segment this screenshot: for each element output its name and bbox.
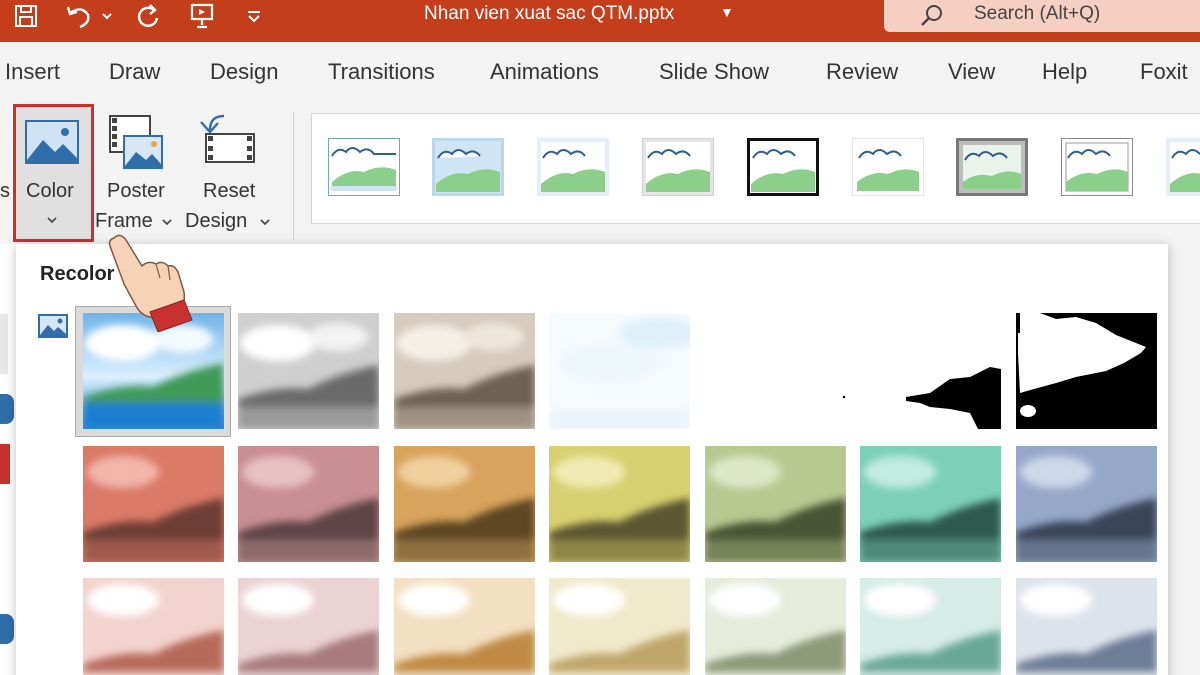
picture-style-thumb[interactable]	[1060, 137, 1134, 197]
tab-slide-show[interactable]: Slide Show	[659, 59, 769, 85]
customize-qat-icon[interactable]	[240, 0, 268, 32]
picture-style-thumb[interactable]	[537, 138, 609, 196]
picture-style-thumb[interactable]	[747, 138, 819, 196]
tab-review[interactable]: Review	[826, 59, 898, 85]
tab-foxit[interactable]: Foxit	[1140, 59, 1188, 85]
recolor-red-dark[interactable]	[83, 446, 224, 562]
reset-design-label-2[interactable]: Design	[185, 210, 247, 233]
tab-animations[interactable]: Animations	[490, 59, 599, 85]
recolor-teal-dark[interactable]	[860, 446, 1001, 562]
picture-style-thumb[interactable]	[1166, 138, 1200, 196]
recolor-blue-dark[interactable]	[1016, 446, 1157, 562]
color-label: Color	[26, 180, 74, 202]
recolor-bw-25[interactable]	[705, 313, 846, 429]
present-icon[interactable]	[184, 0, 220, 32]
picture-style-thumb[interactable]	[432, 138, 504, 196]
recolor-green-light[interactable]	[705, 578, 846, 675]
title-bar: Nhan vien xuat sac QTM.pptx ▼ Search (Al…	[0, 0, 1200, 42]
search-placeholder: Search (Alt+Q)	[974, 3, 1101, 24]
slide-pane-edge	[0, 244, 16, 675]
redo-icon[interactable]	[130, 0, 166, 32]
recolor-sepia[interactable]	[394, 313, 535, 429]
recolor-gold-dark[interactable]	[549, 446, 690, 562]
ribbon-separator	[293, 112, 294, 240]
chevron-down-icon[interactable]: ▼	[720, 4, 734, 20]
reset-design-icon	[198, 110, 258, 171]
recolor-washout[interactable]	[549, 313, 690, 429]
tab-design[interactable]: Design	[210, 59, 278, 85]
tab-help[interactable]: Help	[1042, 59, 1087, 85]
search-icon	[918, 2, 946, 35]
picture-color-icon	[25, 120, 79, 169]
chevron-down-icon	[161, 214, 173, 232]
chevron-down-icon	[46, 212, 58, 230]
recolor-rose-dark[interactable]	[238, 446, 379, 562]
recolor-red-light[interactable]	[83, 578, 224, 675]
recolor-orange-light[interactable]	[394, 578, 535, 675]
undo-dropdown-icon[interactable]	[98, 0, 116, 32]
poster-frame-icon	[108, 114, 164, 175]
picture-style-thumb[interactable]	[641, 137, 715, 197]
recolor-rose-light[interactable]	[238, 578, 379, 675]
tab-insert[interactable]: Insert	[5, 59, 60, 85]
picture-styles-gallery	[311, 113, 1200, 224]
tab-draw[interactable]: Draw	[109, 59, 160, 85]
recolor-grayscale[interactable]	[238, 313, 379, 429]
picture-icon	[38, 314, 68, 343]
reset-design-label-1[interactable]: Reset	[203, 180, 255, 203]
pointing-hand-icon	[100, 232, 196, 337]
ribbon-tabs: Insert Draw Design Transitions Animation…	[0, 42, 1200, 104]
tab-transitions[interactable]: Transitions	[328, 59, 435, 85]
tab-view[interactable]: View	[948, 59, 995, 85]
recolor-teal-light[interactable]	[860, 578, 1001, 675]
powerpoint-window: Nhan vien xuat sac QTM.pptx ▼ Search (Al…	[0, 0, 1200, 675]
recolor-bw-75[interactable]	[1016, 313, 1157, 429]
chevron-down-icon	[259, 214, 271, 232]
save-icon[interactable]	[8, 0, 44, 32]
recolor-blue-light[interactable]	[1016, 578, 1157, 675]
undo-icon[interactable]	[60, 0, 96, 32]
recolor-orange-dark[interactable]	[394, 446, 535, 562]
picture-style-thumb[interactable]	[851, 137, 925, 197]
recolor-green-dark[interactable]	[705, 446, 846, 562]
poster-frame-label-2[interactable]: Frame	[95, 210, 153, 233]
picture-style-thumb[interactable]	[956, 138, 1028, 196]
document-title[interactable]: Nhan vien xuat sac QTM.pptx	[424, 3, 674, 25]
recolor-bw-50[interactable]	[860, 313, 1001, 429]
recolor-gold-light[interactable]	[549, 578, 690, 675]
picture-style-thumb[interactable]	[327, 137, 401, 197]
truncated-label: s	[0, 180, 10, 202]
poster-frame-label-1[interactable]: Poster	[107, 180, 165, 203]
